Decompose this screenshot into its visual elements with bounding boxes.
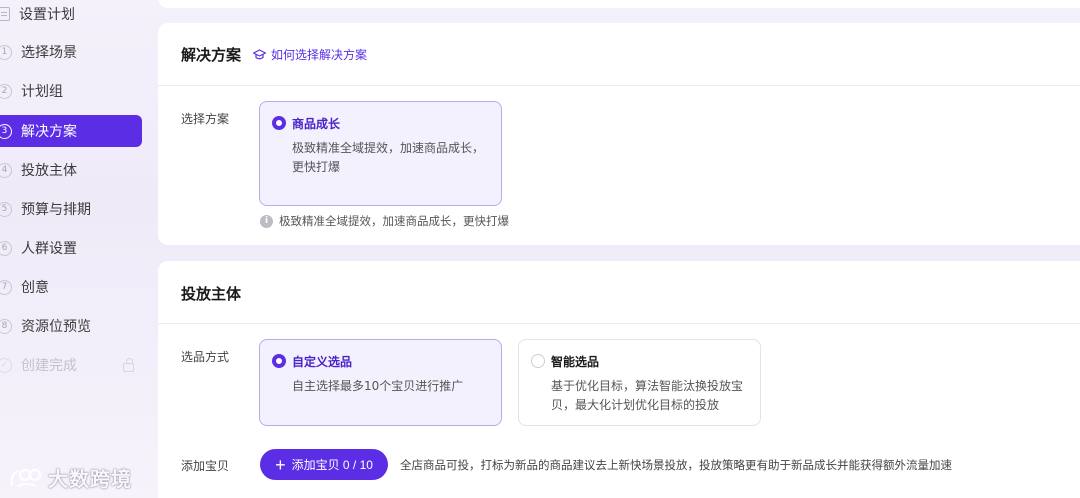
sidebar-item-label: 投放主体	[21, 163, 77, 179]
step-number: 4	[0, 162, 12, 178]
section-title: 解决方案	[181, 46, 242, 64]
lock-icon	[123, 358, 134, 372]
graduation-cap-icon	[253, 48, 266, 59]
step-number: 6	[0, 240, 12, 256]
hint-text: 极致精准全域提效，加速商品成长，更快打爆	[279, 214, 509, 228]
hint: i 极致精准全域提效，加速商品成长，更快打爆	[260, 213, 509, 229]
check-icon: ✓	[0, 357, 12, 373]
step-number: 2	[0, 83, 12, 99]
document-icon	[0, 7, 10, 21]
field-label: 选品方式	[181, 350, 230, 364]
sidebar-item-plan-group[interactable]: 2 计划组	[0, 75, 63, 107]
divider	[158, 323, 1080, 324]
watermark-logo-icon	[10, 468, 42, 487]
radio-selected[interactable]	[272, 116, 286, 130]
field-label: 添加宝贝	[181, 459, 230, 473]
info-icon: i	[260, 214, 273, 228]
help-link[interactable]: 如何选择解决方案	[253, 46, 367, 63]
sidebar-item-subject[interactable]: 4 投放主体	[0, 154, 77, 186]
radio-selected[interactable]	[272, 354, 286, 368]
option-desc: 极致精准全域提效，加速商品成长，更快打爆	[292, 141, 485, 174]
sidebar-header: 设置计划	[0, 4, 75, 24]
sidebar-item-scene[interactable]: 1 选择场景	[0, 36, 77, 68]
option-custom-select[interactable]: 自定义选品 自主选择最多10个宝贝进行推广	[259, 339, 502, 426]
section-title: 投放主体	[181, 285, 242, 303]
option-desc: 自主选择最多10个宝贝进行推广	[292, 379, 464, 393]
sidebar-header-label: 设置计划	[19, 7, 75, 23]
sidebar-item-solution[interactable]: 3 解决方案	[0, 115, 142, 147]
watermark-text: 大数跨境	[48, 467, 132, 491]
step-number: 3	[0, 123, 12, 139]
option-desc: 基于优化目标，算法智能汰换投放宝贝，最大化计划优化目标的投放	[551, 379, 744, 412]
field-label: 选择方案	[181, 112, 230, 126]
solution-card: 解决方案 如何选择解决方案 选择方案 商品成长 极致精准全域提效，加速商品成长，…	[158, 23, 1080, 245]
radio-unselected[interactable]	[531, 354, 545, 368]
divider	[158, 85, 1080, 86]
option-smart-select[interactable]: 智能选品 基于优化目标，算法智能汰换投放宝贝，最大化计划优化目标的投放	[518, 339, 761, 426]
sidebar-item-label: 解决方案	[21, 124, 77, 140]
step-number: 8	[0, 318, 12, 334]
option-title: 智能选品	[551, 355, 600, 369]
subject-card: 投放主体 选品方式 自定义选品 自主选择最多10个宝贝进行推广 智能选品 基于优…	[158, 261, 1080, 498]
sidebar-item-label: 创意	[21, 280, 49, 296]
step-number: 1	[0, 44, 12, 60]
add-item-button[interactable]: + 添加宝贝 0 / 10	[260, 449, 388, 480]
sidebar-item-label: 预算与排期	[21, 202, 91, 218]
sidebar-item-label: 创建完成	[21, 358, 77, 374]
watermark: 大数跨境	[8, 463, 132, 492]
sidebar-item-label: 计划组	[21, 84, 63, 100]
option-product-growth[interactable]: 商品成长 极致精准全域提效，加速商品成长，更快打爆	[259, 101, 502, 206]
step-number: 5	[0, 201, 12, 217]
sidebar-item-placement-preview[interactable]: 8 资源位预览	[0, 310, 91, 342]
sidebar: 设置计划 1 选择场景 2 计划组 3 解决方案 4 投放主体 5 预算与排期 …	[0, 0, 150, 498]
sidebar-item-label: 资源位预览	[21, 319, 91, 335]
previous-card	[158, 0, 1080, 8]
option-title: 商品成长	[292, 117, 341, 131]
option-title: 自定义选品	[292, 355, 353, 369]
sidebar-item-audience[interactable]: 6 人群设置	[0, 232, 77, 264]
add-note: 全店商品可投，打标为新品的商品建议去上新快场景投放，投放策略更有助于新品成长并能…	[400, 458, 952, 472]
sidebar-item-label: 人群设置	[21, 241, 77, 257]
sidebar-item-creative[interactable]: 7 创意	[0, 271, 49, 303]
add-item-button-label: 添加宝贝 0 / 10	[291, 458, 373, 472]
sidebar-item-complete: ✓ 创建完成	[0, 349, 142, 381]
sidebar-item-budget[interactable]: 5 预算与排期	[0, 193, 91, 225]
plus-icon: +	[275, 454, 286, 475]
step-number: 7	[0, 279, 12, 295]
sidebar-item-label: 选择场景	[21, 45, 77, 61]
help-link-label: 如何选择解决方案	[271, 48, 368, 62]
